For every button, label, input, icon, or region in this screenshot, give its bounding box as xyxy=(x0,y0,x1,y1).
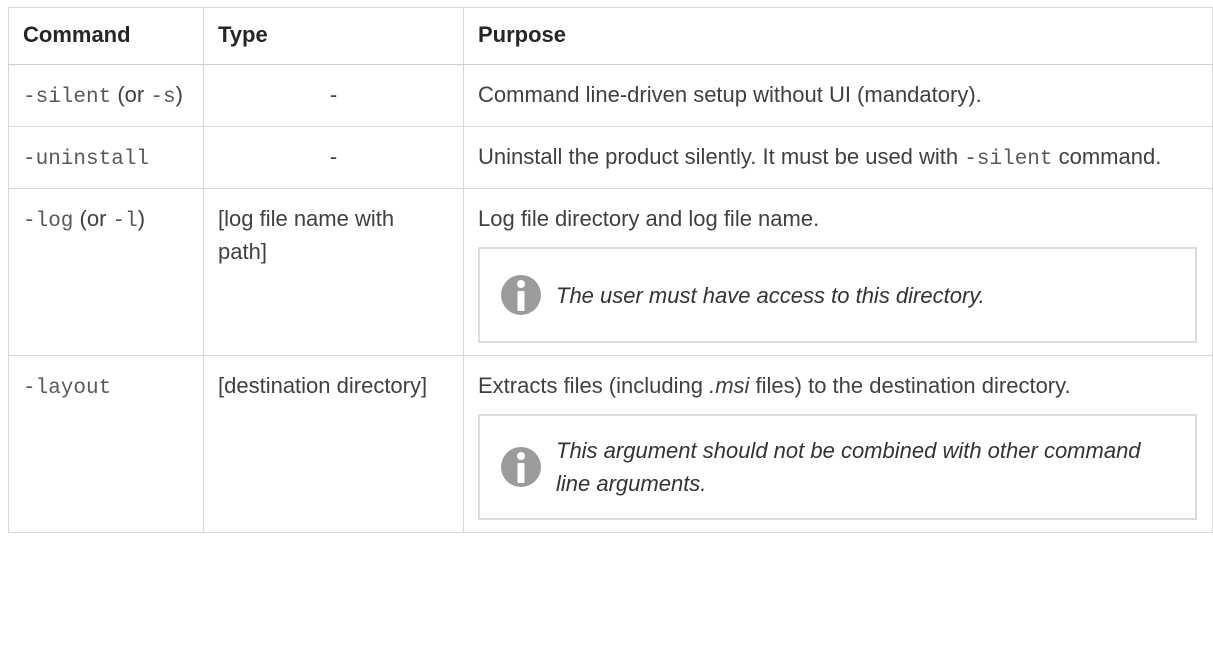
note-box: The user must have access to this direct… xyxy=(478,247,1197,343)
header-purpose: Purpose xyxy=(463,7,1213,65)
note-text: The user must have access to this direct… xyxy=(556,282,985,308)
table-row: -silent (or -s) - Command line-driven se… xyxy=(8,64,1213,127)
type-cell: - xyxy=(203,64,464,127)
command-table: Command Type Purpose -silent (or -s) - C… xyxy=(8,7,1213,533)
type-cell: - xyxy=(203,126,464,189)
purpose-cell: Uninstall the product silently. It must … xyxy=(463,126,1213,189)
command-flag: -uninstall xyxy=(23,148,150,171)
command-flag: -log xyxy=(23,210,74,233)
purpose-text: Log file directory and log file name. xyxy=(478,206,820,231)
type-cell: [log file name with path] xyxy=(203,188,464,356)
purpose-text-end: files) to the destination directory. xyxy=(749,373,1071,398)
command-cell: -uninstall xyxy=(8,126,204,189)
purpose-cell: Command line-driven setup without UI (ma… xyxy=(463,64,1213,127)
purpose-msi: .msi xyxy=(709,373,750,398)
command-or: (or xyxy=(73,206,113,231)
command-cell: -log (or -l) xyxy=(8,188,204,356)
command-close: ) xyxy=(137,206,146,231)
purpose-cell: Extracts files (including .msi files) to… xyxy=(463,355,1213,533)
note-box: This argument should not be combined wit… xyxy=(478,414,1197,520)
purpose-text: Extracts files (including .msi files) to… xyxy=(478,369,1198,402)
table-header-row: Command Type Purpose xyxy=(8,7,1213,65)
table-row: -layout [destination directory] Extracts… xyxy=(8,355,1213,533)
command-or: (or xyxy=(111,82,151,107)
header-type: Type xyxy=(203,7,464,65)
note-text: This argument should not be combined wit… xyxy=(556,438,1141,496)
command-alias: -l xyxy=(112,210,138,233)
command-alias: -s xyxy=(150,86,176,109)
type-cell: [destination directory] xyxy=(203,355,464,533)
command-cell: -silent (or -s) xyxy=(8,64,204,127)
purpose-cell: Log file directory and log file name. Th… xyxy=(463,188,1213,356)
purpose-code: -silent xyxy=(964,148,1053,171)
table-row: -log (or -l) [log file name with path] L… xyxy=(8,188,1213,356)
purpose-text-end: command. xyxy=(1052,144,1162,169)
purpose-text-start: Extracts files (including xyxy=(478,373,710,398)
info-icon xyxy=(501,275,541,315)
command-flag: -silent xyxy=(23,86,112,109)
command-cell: -layout xyxy=(8,355,204,533)
table-row: -uninstall - Uninstall the product silen… xyxy=(8,126,1213,189)
command-close: ) xyxy=(175,82,183,107)
command-flag: -layout xyxy=(23,377,112,400)
purpose-text: Uninstall the product silently. It must … xyxy=(478,144,965,169)
info-icon xyxy=(501,447,541,487)
header-command: Command xyxy=(8,7,204,65)
